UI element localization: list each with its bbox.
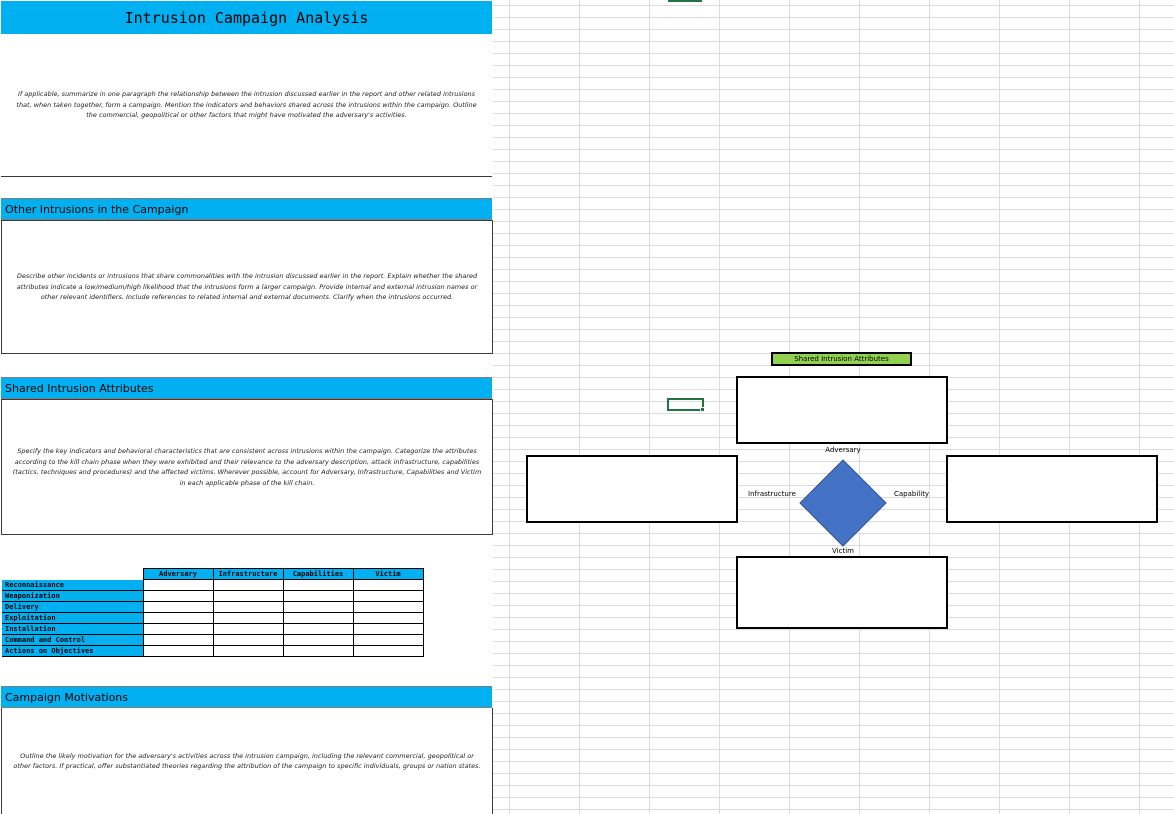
label-victim: Victim <box>832 547 854 555</box>
shared-attributes-text[interactable]: Specify the key indicators and behaviora… <box>1 399 493 535</box>
motivations-heading: Campaign Motivations <box>1 686 492 708</box>
phase-actions-on-objectives: Actions on Objectives <box>2 645 143 657</box>
table-cell[interactable] <box>142 634 214 646</box>
column-header-infrastructure: Infrastructure <box>212 568 284 580</box>
table-cell[interactable] <box>142 645 214 657</box>
phase-delivery: Delivery <box>2 601 143 613</box>
table-row: Installation <box>2 623 424 635</box>
table-cell[interactable] <box>282 590 354 602</box>
table-cell[interactable] <box>282 601 354 613</box>
table-cell[interactable] <box>352 645 424 657</box>
column-selection-marker <box>668 0 702 2</box>
diamond-title: Shared Intrusion Attributes <box>771 352 912 366</box>
other-intrusions-heading: Other Intrusions in the Campaign <box>1 198 492 220</box>
table-cell[interactable] <box>352 634 424 646</box>
column-header-victim: Victim <box>352 568 424 580</box>
table-row: Actions on Objectives <box>2 645 424 657</box>
table-cell[interactable] <box>352 590 424 602</box>
table-cell[interactable] <box>212 601 284 613</box>
table-row: Weaponization <box>2 590 424 602</box>
phase-exploitation: Exploitation <box>2 612 143 624</box>
motivations-text[interactable]: Outline the likely motivation for the ad… <box>1 708 493 814</box>
table-cell[interactable] <box>142 579 214 591</box>
label-infrastructure: Infrastructure <box>748 490 796 498</box>
summary-text[interactable]: If applicable, summarize in one paragrap… <box>1 34 492 176</box>
phase-installation: Installation <box>2 623 143 635</box>
shared-attributes-heading: Shared Intrusion Attributes <box>1 377 492 399</box>
phase-command-and-control: Command and Control <box>2 634 143 646</box>
table-cell[interactable] <box>212 590 284 602</box>
infrastructure-box[interactable] <box>526 455 738 523</box>
phase-reconnaissance: Reconnaissance <box>2 579 143 591</box>
table-cell[interactable] <box>352 612 424 624</box>
table-row: Reconnaissance <box>2 579 424 591</box>
capability-box[interactable] <box>946 455 1158 523</box>
table-row: Delivery <box>2 601 424 613</box>
label-adversary: Adversary <box>825 446 861 454</box>
table-cell[interactable] <box>352 623 424 635</box>
kill-chain-table: Adversary Infrastructure Capabilities Vi… <box>2 568 424 657</box>
table-cell[interactable] <box>282 612 354 624</box>
victim-box[interactable] <box>736 556 948 629</box>
table-cell[interactable] <box>212 645 284 657</box>
column-header-adversary: Adversary <box>142 568 214 580</box>
selected-cell[interactable] <box>667 398 704 411</box>
label-capability: Capability <box>894 490 930 498</box>
adversary-box[interactable] <box>736 376 948 444</box>
diamond-icon <box>799 459 887 547</box>
table-cell[interactable] <box>282 634 354 646</box>
kill-chain-header-row: Adversary Infrastructure Capabilities Vi… <box>2 568 424 580</box>
table-cell[interactable] <box>352 579 424 591</box>
summary-divider <box>1 176 492 177</box>
table-cell[interactable] <box>212 634 284 646</box>
table-cell[interactable] <box>142 612 214 624</box>
page-title: Intrusion Campaign Analysis <box>1 1 492 34</box>
table-cell[interactable] <box>282 645 354 657</box>
table-cell[interactable] <box>282 623 354 635</box>
table-row: Command and Control <box>2 634 424 646</box>
table-cell[interactable] <box>212 612 284 624</box>
phase-weaponization: Weaponization <box>2 590 143 602</box>
table-corner <box>2 569 143 580</box>
table-cell[interactable] <box>142 601 214 613</box>
table-cell[interactable] <box>352 601 424 613</box>
fill-handle[interactable] <box>700 407 705 412</box>
table-cell[interactable] <box>142 590 214 602</box>
table-cell[interactable] <box>282 579 354 591</box>
other-intrusions-text[interactable]: Describe other incidents or intrusions t… <box>1 220 493 354</box>
table-cell[interactable] <box>212 623 284 635</box>
table-cell[interactable] <box>142 623 214 635</box>
column-header-capabilities: Capabilities <box>282 568 354 580</box>
table-row: Exploitation <box>2 612 424 624</box>
table-cell[interactable] <box>212 579 284 591</box>
diamond-shape <box>799 459 887 547</box>
